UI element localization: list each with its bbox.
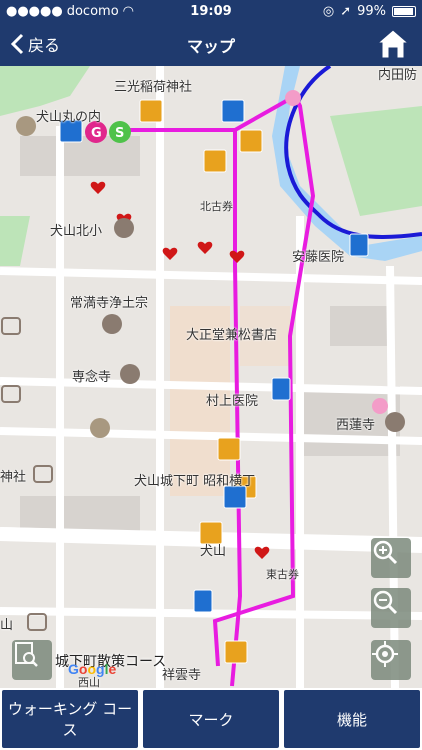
map-label: 神社 [0,470,27,485]
document-search-icon [15,642,38,667]
tab-mark[interactable]: マーク [143,690,279,748]
google-logo: Google [68,661,117,677]
bottom-tab-bar: ウォーキング コース マーク 機能 [0,688,422,750]
map-label: 山 [0,618,14,633]
zoom-in-button[interactable] [371,538,411,578]
crosshair-icon [372,641,398,667]
battery-icon [392,5,416,17]
lock-rotation-icon: ◎ [322,3,335,19]
svg-text:G: G [91,126,102,141]
map-label: 北古券 [200,200,233,213]
zoom-in-icon [373,540,398,565]
status-right: ◎ ➚ 99% [323,4,416,19]
map-label: 西蓮寺 [336,418,376,433]
map-label: 犬山城下町 昭和横丁 [134,474,256,489]
map-canvas: G S [0,66,422,688]
map-label: 東古券 [266,568,299,581]
current-location-button[interactable] [371,640,411,680]
battery-percent: 99% [357,3,386,19]
map-label: 三光稲荷神社 [114,80,193,95]
map-label: 犬山 [200,544,227,559]
status-bar: ●●●●● docomo ◠ 19:09 ◎ ➚ 99% [0,0,422,22]
page-title: マップ [186,37,235,56]
zoom-out-icon [373,590,398,615]
svg-text:S: S [115,126,124,141]
navigation-bar: 戻る マップ [0,22,422,66]
map-view[interactable]: G S 犬山丸の内 三光稲荷神社 内田防 北古券 犬山北小 安藤医院 常満寺浄土… [0,66,422,688]
map-label: 常満寺浄土宗 [70,296,149,311]
map-label: 大正堂兼松書店 [186,328,278,343]
map-label: 内田防 [378,68,418,83]
tab-walking-course[interactable]: ウォーキング コース [2,690,138,748]
map-label: 犬山北小 [50,224,103,239]
search-list-button[interactable] [12,640,52,680]
map-label: 村上医院 [206,394,259,409]
home-button[interactable] [376,27,410,61]
zoom-out-button[interactable] [371,588,411,628]
map-label: 祥雲寺 [162,668,202,683]
tab-function[interactable]: 機能 [284,690,420,748]
map-label: 安藤医院 [292,250,345,265]
home-icon [376,29,410,59]
map-label: 専念寺 [72,370,112,385]
location-icon: ➚ [340,3,352,19]
map-label: 犬山丸の内 [36,110,102,125]
